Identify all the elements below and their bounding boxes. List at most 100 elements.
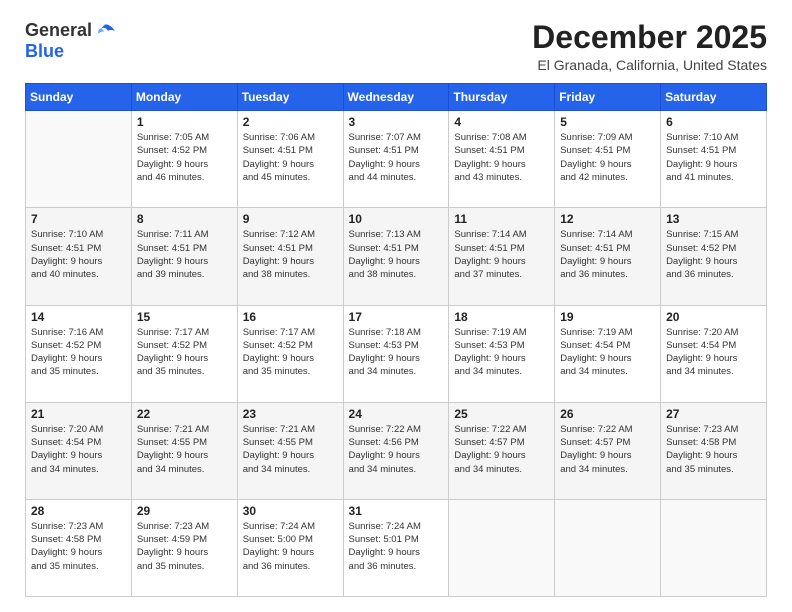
day-number: 22 (137, 407, 232, 421)
day-info: Sunrise: 7:22 AMSunset: 4:57 PMDaylight:… (454, 423, 549, 476)
day-number: 27 (666, 407, 761, 421)
weekday-header-wednesday: Wednesday (343, 84, 449, 111)
day-number: 30 (243, 504, 338, 518)
day-info: Sunrise: 7:16 AMSunset: 4:52 PMDaylight:… (31, 326, 126, 379)
calendar-cell: 4 Sunrise: 7:08 AMSunset: 4:51 PMDaylight… (449, 111, 555, 208)
day-number: 24 (349, 407, 444, 421)
day-info: Sunrise: 7:22 AMSunset: 4:57 PMDaylight:… (560, 423, 655, 476)
calendar-cell: 3 Sunrise: 7:07 AMSunset: 4:51 PMDaylight… (343, 111, 449, 208)
calendar-cell: 23 Sunrise: 7:21 AMSunset: 4:55 PMDayligh… (237, 402, 343, 499)
day-number: 11 (454, 212, 549, 226)
logo: General Blue (25, 20, 116, 62)
logo-general-text: General (25, 20, 92, 41)
day-number: 10 (349, 212, 444, 226)
day-number: 2 (243, 115, 338, 129)
calendar-cell: 7Sunrise: 7:10 AMSunset: 4:51 PMDaylight… (26, 208, 132, 305)
calendar-cell: 5Sunrise: 7:09 AMSunset: 4:51 PMDaylight… (555, 111, 661, 208)
calendar-cell: 25 Sunrise: 7:22 AMSunset: 4:57 PMDayligh… (449, 402, 555, 499)
day-number: 29 (137, 504, 232, 518)
calendar-cell: 12 Sunrise: 7:14 AMSunset: 4:51 PMDayligh… (555, 208, 661, 305)
calendar-week-row: 21 Sunrise: 7:20 AMSunset: 4:54 PMDayligh… (26, 402, 767, 499)
day-info: Sunrise: 7:23 AMSunset: 4:58 PMDaylight:… (31, 520, 126, 573)
day-info: Sunrise: 7:12 AMSunset: 4:51 PMDaylight:… (243, 228, 338, 281)
day-number: 4 (454, 115, 549, 129)
calendar-week-row: 28 Sunrise: 7:23 AMSunset: 4:58 PMDayligh… (26, 499, 767, 596)
title-block: December 2025 El Granada, California, Un… (532, 20, 767, 73)
calendar-cell (555, 499, 661, 596)
calendar-cell: 9 Sunrise: 7:12 AMSunset: 4:51 PMDaylight… (237, 208, 343, 305)
day-info: Sunrise: 7:14 AMSunset: 4:51 PMDaylight:… (454, 228, 549, 281)
day-info: Sunrise: 7:19 AMSunset: 4:54 PMDaylight:… (560, 326, 655, 379)
day-number: 21 (31, 407, 126, 421)
day-number: 18 (454, 310, 549, 324)
day-info: Sunrise: 7:07 AMSunset: 4:51 PMDaylight:… (349, 131, 444, 184)
weekday-header-friday: Friday (555, 84, 661, 111)
day-info: Sunrise: 7:24 AMSunset: 5:00 PMDaylight:… (243, 520, 338, 573)
day-info: Sunrise: 7:18 AMSunset: 4:53 PMDaylight:… (349, 326, 444, 379)
calendar-cell: 13Sunrise: 7:15 AMSunset: 4:52 PMDayligh… (661, 208, 767, 305)
day-number: 28 (31, 504, 126, 518)
day-number: 14 (31, 310, 126, 324)
day-number: 6 (666, 115, 761, 129)
calendar-week-row: 7Sunrise: 7:10 AMSunset: 4:51 PMDaylight… (26, 208, 767, 305)
calendar-cell: 16 Sunrise: 7:17 AMSunset: 4:52 PMDayligh… (237, 305, 343, 402)
day-number: 1 (137, 115, 232, 129)
day-number: 12 (560, 212, 655, 226)
calendar-header-row: SundayMondayTuesdayWednesdayThursdayFrid… (26, 84, 767, 111)
month-title: December 2025 (532, 20, 767, 55)
calendar-cell: 8Sunrise: 7:11 AMSunset: 4:51 PMDaylight… (131, 208, 237, 305)
calendar-table: SundayMondayTuesdayWednesdayThursdayFrid… (25, 83, 767, 597)
calendar-cell (661, 499, 767, 596)
day-info: Sunrise: 7:23 AMSunset: 4:58 PMDaylight:… (666, 423, 761, 476)
calendar-cell (449, 499, 555, 596)
day-number: 16 (243, 310, 338, 324)
calendar-cell: 24Sunrise: 7:22 AMSunset: 4:56 PMDayligh… (343, 402, 449, 499)
calendar-cell: 31Sunrise: 7:24 AMSunset: 5:01 PMDayligh… (343, 499, 449, 596)
calendar-cell: 11 Sunrise: 7:14 AMSunset: 4:51 PMDayligh… (449, 208, 555, 305)
calendar-cell: 30 Sunrise: 7:24 AMSunset: 5:00 PMDayligh… (237, 499, 343, 596)
day-number: 15 (137, 310, 232, 324)
weekday-header-thursday: Thursday (449, 84, 555, 111)
day-info: Sunrise: 7:21 AMSunset: 4:55 PMDaylight:… (243, 423, 338, 476)
calendar-cell: 1Sunrise: 7:05 AMSunset: 4:52 PMDaylight… (131, 111, 237, 208)
calendar-cell: 22 Sunrise: 7:21 AMSunset: 4:55 PMDayligh… (131, 402, 237, 499)
day-info: Sunrise: 7:20 AMSunset: 4:54 PMDaylight:… (31, 423, 126, 476)
location-title: El Granada, California, United States (532, 57, 767, 73)
calendar-cell: 10 Sunrise: 7:13 AMSunset: 4:51 PMDayligh… (343, 208, 449, 305)
calendar-cell: 29Sunrise: 7:23 AMSunset: 4:59 PMDayligh… (131, 499, 237, 596)
day-number: 23 (243, 407, 338, 421)
calendar-cell: 6Sunrise: 7:10 AMSunset: 4:51 PMDaylight… (661, 111, 767, 208)
header: General Blue December 2025 El Granada, C… (25, 20, 767, 73)
logo-bird-icon (96, 21, 116, 41)
calendar-cell: 15 Sunrise: 7:17 AMSunset: 4:52 PMDayligh… (131, 305, 237, 402)
day-info: Sunrise: 7:08 AMSunset: 4:51 PMDaylight:… (454, 131, 549, 184)
calendar-cell: 2 Sunrise: 7:06 AMSunset: 4:51 PMDaylight… (237, 111, 343, 208)
calendar-cell: 18 Sunrise: 7:19 AMSunset: 4:53 PMDayligh… (449, 305, 555, 402)
day-number: 20 (666, 310, 761, 324)
weekday-header-saturday: Saturday (661, 84, 767, 111)
day-info: Sunrise: 7:21 AMSunset: 4:55 PMDaylight:… (137, 423, 232, 476)
day-number: 26 (560, 407, 655, 421)
day-info: Sunrise: 7:24 AMSunset: 5:01 PMDaylight:… (349, 520, 444, 573)
day-info: Sunrise: 7:13 AMSunset: 4:51 PMDaylight:… (349, 228, 444, 281)
calendar-cell: 17Sunrise: 7:18 AMSunset: 4:53 PMDayligh… (343, 305, 449, 402)
day-number: 13 (666, 212, 761, 226)
day-info: Sunrise: 7:19 AMSunset: 4:53 PMDaylight:… (454, 326, 549, 379)
day-number: 7 (31, 212, 126, 226)
day-number: 5 (560, 115, 655, 129)
calendar-cell: 21 Sunrise: 7:20 AMSunset: 4:54 PMDayligh… (26, 402, 132, 499)
day-info: Sunrise: 7:17 AMSunset: 4:52 PMDaylight:… (137, 326, 232, 379)
calendar-week-row: 1Sunrise: 7:05 AMSunset: 4:52 PMDaylight… (26, 111, 767, 208)
day-info: Sunrise: 7:06 AMSunset: 4:51 PMDaylight:… (243, 131, 338, 184)
calendar-cell: 14 Sunrise: 7:16 AMSunset: 4:52 PMDayligh… (26, 305, 132, 402)
day-number: 3 (349, 115, 444, 129)
calendar-cell: 20Sunrise: 7:20 AMSunset: 4:54 PMDayligh… (661, 305, 767, 402)
day-number: 25 (454, 407, 549, 421)
weekday-header-sunday: Sunday (26, 84, 132, 111)
calendar-cell: 28 Sunrise: 7:23 AMSunset: 4:58 PMDayligh… (26, 499, 132, 596)
day-number: 9 (243, 212, 338, 226)
day-info: Sunrise: 7:14 AMSunset: 4:51 PMDaylight:… (560, 228, 655, 281)
day-number: 8 (137, 212, 232, 226)
calendar-cell: 19Sunrise: 7:19 AMSunset: 4:54 PMDayligh… (555, 305, 661, 402)
day-info: Sunrise: 7:17 AMSunset: 4:52 PMDaylight:… (243, 326, 338, 379)
